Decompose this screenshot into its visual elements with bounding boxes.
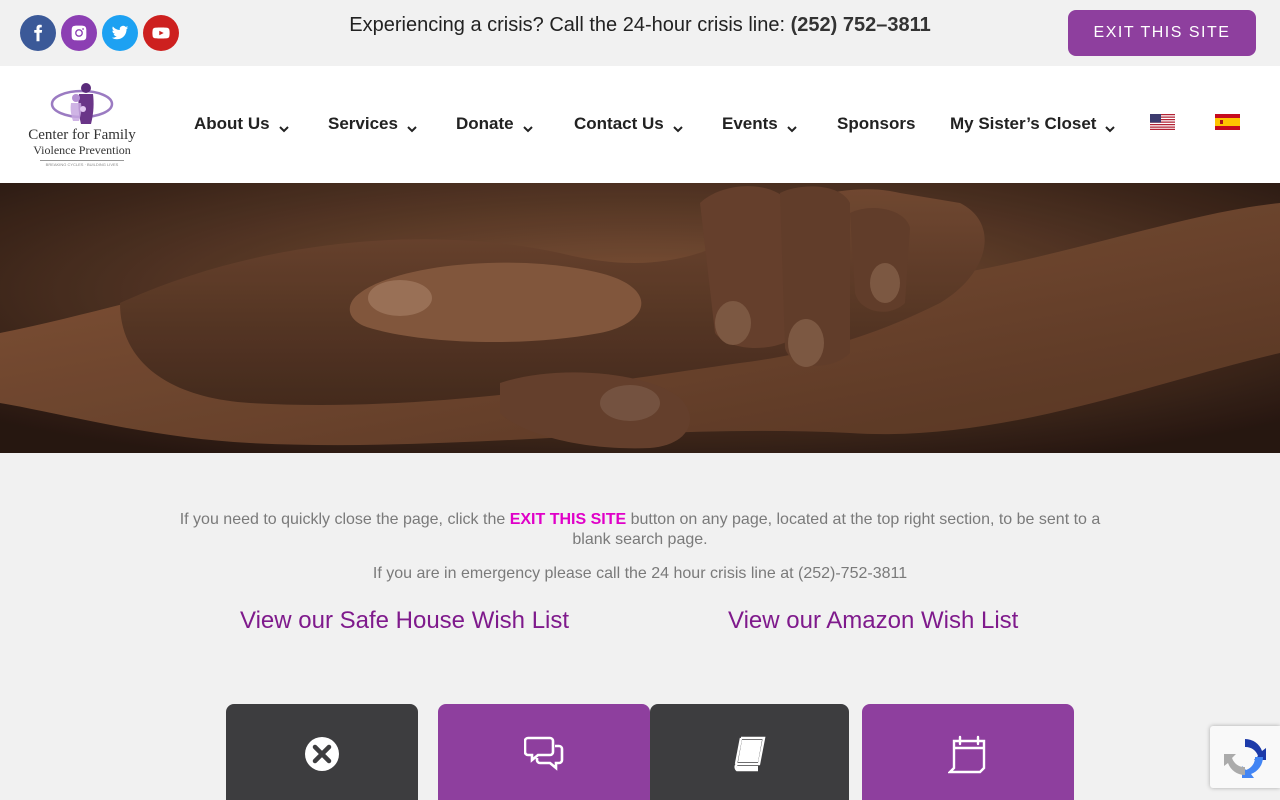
youtube-icon[interactable]	[143, 15, 179, 51]
chevron-down-icon	[787, 119, 797, 133]
exit-instructions-highlight: EXIT THIS SITE	[509, 511, 627, 528]
nav-label: Sponsors	[837, 114, 916, 133]
nav-label: Contact Us	[574, 114, 664, 133]
logo-line-2: Violence Prevention	[33, 143, 131, 157]
nav-label: Donate	[456, 114, 514, 133]
chevron-down-icon	[673, 119, 683, 133]
logo-line-1: Center for Family	[28, 127, 136, 143]
nav-contact-us[interactable]: Contact Us	[574, 114, 683, 134]
chevron-down-icon	[278, 119, 289, 133]
calendar-icon	[948, 735, 986, 774]
hero-image-holding-hands	[0, 183, 1280, 453]
spain-flag-icon[interactable]	[1215, 114, 1240, 130]
chat-bubbles-icon	[524, 736, 564, 771]
nav-label: My Sister’s Closet	[950, 114, 1097, 133]
crisis-phone-link[interactable]: (252) 752–3811	[791, 14, 931, 36]
chevron-down-icon	[407, 119, 417, 133]
nav-label: About Us	[194, 114, 270, 133]
nav-donate[interactable]: Donate	[456, 114, 533, 134]
service-card-1[interactable]	[226, 704, 418, 800]
exit-site-button[interactable]: EXIT THIS SITE	[1068, 10, 1256, 56]
nav-services[interactable]: Services	[328, 114, 417, 134]
facebook-icon[interactable]	[20, 15, 56, 51]
safe-house-wish-list-link[interactable]: View our Safe House Wish List	[240, 607, 569, 635]
nav-my-sisters-closet[interactable]: My Sister’s Closet	[950, 114, 1116, 134]
service-card-2[interactable]	[438, 704, 650, 800]
crisis-line-text: Experiencing a crisis? Call the 24-hour …	[349, 14, 791, 36]
amazon-wish-list-link[interactable]: View our Amazon Wish List	[728, 607, 1018, 635]
nav-about-us[interactable]: About Us	[194, 114, 289, 134]
family-logo-icon	[50, 83, 114, 124]
site-logo[interactable]: Center for Family Violence Prevention BR…	[18, 80, 148, 170]
recaptcha-badge[interactable]	[1210, 726, 1280, 788]
main-navigation: Center for Family Violence Prevention BR…	[0, 66, 1280, 183]
crisis-line-banner: Experiencing a crisis? Call the 24-hour …	[300, 14, 980, 37]
nav-events[interactable]: Events	[722, 114, 797, 134]
exit-site-instructions: If you need to quickly close the page, c…	[170, 510, 1110, 550]
service-card-3[interactable]	[650, 704, 849, 800]
close-circle-icon	[305, 737, 339, 771]
us-flag-icon[interactable]	[1150, 114, 1175, 130]
nav-label: Events	[722, 114, 778, 133]
chevron-down-icon	[1105, 119, 1116, 133]
top-bar: Experiencing a crisis? Call the 24-hour …	[0, 0, 1280, 66]
nav-sponsors[interactable]: Sponsors	[837, 114, 915, 134]
instagram-icon[interactable]	[61, 15, 97, 51]
exit-instructions-after: button on any page, located at the top r…	[572, 511, 1101, 548]
logo-tagline: BREAKING CYCLES · BUILDING LIVES	[40, 160, 124, 167]
recaptcha-icon	[1224, 739, 1266, 778]
emergency-text: If you are in emergency please call the …	[372, 565, 908, 582]
book-icon	[734, 736, 765, 772]
service-card-4[interactable]	[862, 704, 1074, 800]
chevron-down-icon	[522, 119, 533, 133]
hands-image	[0, 183, 1280, 453]
exit-instructions-before: If you need to quickly close the page, c…	[179, 511, 510, 528]
twitter-icon[interactable]	[102, 15, 138, 51]
nav-label: Services	[328, 114, 398, 133]
